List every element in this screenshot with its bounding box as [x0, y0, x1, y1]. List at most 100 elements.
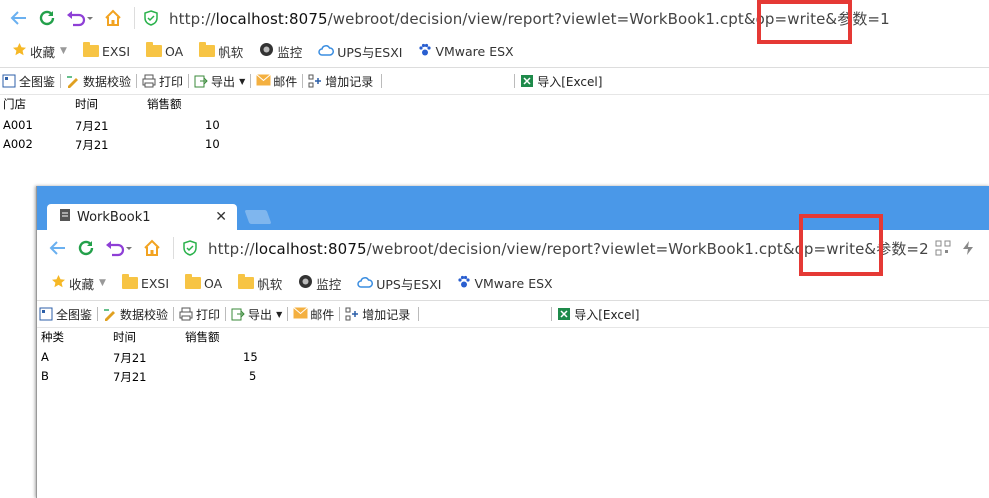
tool-data-verify[interactable]: 数据校验	[66, 73, 131, 90]
refresh-icon[interactable]	[75, 237, 97, 259]
url-host: localhost:8075	[215, 9, 328, 28]
camera-icon	[259, 42, 274, 60]
add-record-icon	[345, 307, 359, 321]
column-header: 销售额	[185, 330, 220, 344]
tool-print[interactable]: 打印	[179, 306, 220, 323]
url-prefix: http://	[169, 9, 216, 28]
tab-workbook1[interactable]: WorkBook1 ✕	[47, 204, 237, 230]
tool-export[interactable]: 导出 ▼	[231, 306, 282, 323]
toolbar-divider	[287, 307, 289, 321]
bookmark-label: EXSI	[140, 275, 170, 291]
front-report-toolbar: 全图鉴 数据校验 打印 导出 ▼ 邮件 增加记录 导入[Excel]	[37, 300, 989, 328]
undo-icon[interactable]	[103, 237, 135, 259]
refresh-icon[interactable]	[36, 7, 58, 29]
bookmark-exsi[interactable]: EXSI	[121, 274, 170, 291]
tool-label: 打印	[196, 307, 221, 322]
undo-icon[interactable]	[64, 7, 96, 29]
toolbar-divider	[418, 307, 420, 321]
folder-icon	[199, 42, 216, 57]
toolbar-divider	[514, 74, 516, 88]
pencil-icon	[103, 307, 117, 321]
bookmark-label: 收藏	[30, 44, 56, 60]
tool-export[interactable]: 导出 ▼	[194, 73, 245, 90]
close-icon[interactable]: ✕	[215, 209, 227, 225]
tool-label: 增加记录	[325, 74, 374, 89]
table-cell[interactable]: B	[41, 369, 49, 383]
pencil-icon	[66, 74, 80, 88]
table-cell[interactable]: 10	[205, 118, 220, 132]
column-header: 门店	[3, 97, 26, 111]
bookmark-label: EXSI	[101, 43, 131, 59]
table-cell[interactable]: 7月21	[75, 137, 108, 153]
lightning-icon[interactable]	[961, 240, 975, 259]
bookmark-monitor[interactable]: 监控	[259, 42, 302, 61]
bookmark-ups-esxi[interactable]: UPS与ESXI	[357, 274, 441, 293]
bookmark-favorites[interactable]: 收藏 ▼	[12, 42, 67, 61]
table-cell[interactable]: 7月21	[113, 350, 146, 366]
tool-full-view[interactable]: 全图鉴	[2, 73, 55, 90]
bookmark-monitor[interactable]: 监控	[298, 274, 341, 293]
table-cell[interactable]: 10	[205, 137, 220, 151]
back-report-table: 门店 时间 销售额 A001 7月21 10 A002 7月21 10	[3, 96, 303, 156]
toolbar-divider	[60, 74, 62, 88]
bookmark-fanruan[interactable]: 帆软	[199, 42, 243, 61]
folder-icon	[82, 42, 99, 57]
tool-add-record[interactable]: 增加记录	[308, 73, 373, 90]
bookmark-label: OA	[165, 43, 184, 59]
tool-full-view[interactable]: 全图鉴	[39, 306, 92, 323]
bookmark-label: 帆软	[257, 276, 283, 292]
bookmark-ups-esxi[interactable]: UPS与ESXI	[318, 42, 402, 61]
tool-mail[interactable]: 邮件	[256, 73, 297, 90]
printer-icon	[142, 74, 156, 88]
bookmark-exsi[interactable]: EXSI	[82, 42, 131, 59]
table-cell[interactable]: A001	[3, 118, 33, 132]
tool-label: 导入[Excel]	[574, 307, 640, 322]
bookmark-label: 监控	[277, 44, 303, 60]
bookmark-oa[interactable]: OA	[146, 42, 184, 59]
tool-add-record[interactable]: 增加记录	[345, 306, 410, 323]
bookmark-label: OA	[204, 275, 223, 291]
url-host: localhost:8075	[254, 239, 367, 258]
highlight-box-param-1	[757, 0, 852, 44]
bookmark-label: UPS与ESXI	[376, 276, 442, 292]
grid-view-icon	[2, 74, 16, 88]
paw-icon	[457, 275, 471, 292]
toolbar-divider	[136, 74, 138, 88]
star-icon	[12, 42, 27, 60]
bookmark-fanruan[interactable]: 帆软	[238, 274, 282, 293]
new-tab-button[interactable]	[244, 210, 272, 224]
bookmark-vmware-esx[interactable]: VMware ESX	[457, 275, 553, 292]
home-icon[interactable]	[141, 237, 163, 259]
toolbar-divider	[250, 74, 252, 88]
toolbar-divider	[381, 74, 383, 88]
bookmark-vmware-esx[interactable]: VMware ESX	[418, 43, 514, 60]
back-arrow-icon[interactable]	[8, 7, 30, 29]
tool-label: 数据校验	[120, 307, 169, 322]
table-cell[interactable]: A002	[3, 137, 33, 151]
column-header: 时间	[75, 97, 98, 111]
star-icon	[51, 274, 66, 292]
table-cell[interactable]: 7月21	[75, 118, 108, 134]
qr-code-icon[interactable]	[935, 240, 951, 259]
tool-label: 数据校验	[83, 74, 132, 89]
tool-import-excel[interactable]: 导入[Excel]	[557, 306, 639, 323]
bookmark-favorites[interactable]: 收藏 ▼	[51, 274, 106, 293]
tool-import-excel[interactable]: 导入[Excel]	[520, 73, 602, 90]
tool-data-verify[interactable]: 数据校验	[103, 306, 168, 323]
table-cell[interactable]: 5	[249, 369, 256, 383]
bookmark-oa[interactable]: OA	[185, 274, 223, 291]
tool-label: 导入[Excel]	[537, 74, 603, 89]
table-cell[interactable]: A	[41, 350, 49, 364]
back-arrow-icon[interactable]	[47, 237, 69, 259]
folder-icon	[146, 42, 163, 57]
table-cell[interactable]: 15	[243, 350, 258, 364]
home-icon[interactable]	[102, 7, 124, 29]
table-cell[interactable]: 7月21	[113, 369, 146, 385]
shield-icon	[143, 10, 159, 26]
excel-icon	[557, 307, 571, 321]
tool-print[interactable]: 打印	[142, 73, 183, 90]
tool-label: 导出	[211, 74, 236, 89]
tool-mail[interactable]: 邮件	[293, 306, 334, 323]
tool-label: 邮件	[310, 307, 335, 322]
url-prefix: http://	[208, 239, 255, 258]
